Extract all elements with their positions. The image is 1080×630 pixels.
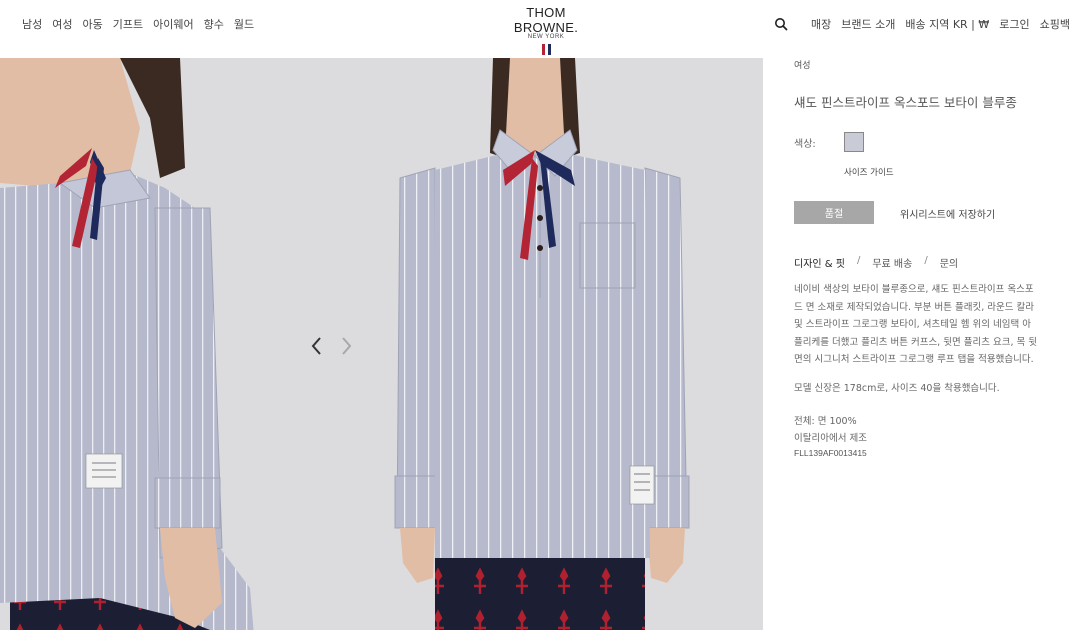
search-icon[interactable] bbox=[774, 17, 788, 31]
sold-out-button[interactable]: 품절 bbox=[794, 201, 874, 224]
nav-item-gifts[interactable]: 기프트 bbox=[113, 16, 143, 32]
product-title: 섀도 핀스트라이프 옥스포드 보타이 블루종 bbox=[794, 95, 1017, 110]
nav-item-men[interactable]: 남성 bbox=[22, 16, 42, 32]
nav-item-eyewear[interactable]: 아이웨어 bbox=[153, 16, 193, 32]
material-info: 전체: 면 100% bbox=[794, 416, 857, 427]
description-line: 드 면 소재로 제작되었습니다. 부분 버튼 플래킷, 라운드 칼라 bbox=[794, 301, 1034, 313]
nav-item-women[interactable]: 여성 bbox=[52, 16, 72, 32]
description-line: 플리케를 더했고 플리츠 버튼 커프스, 뒷면 플리츠 요크, 목 뒷 bbox=[794, 336, 1037, 348]
breadcrumb[interactable]: 여성 bbox=[794, 58, 811, 71]
info-tabs: 디자인 & 핏 / 무료 배송 / 문의 bbox=[794, 255, 958, 270]
size-guide-link[interactable]: 사이즈 가이드 bbox=[844, 166, 894, 178]
nav-item-fragrance[interactable]: 향수 bbox=[204, 16, 224, 32]
nav-item-world[interactable]: 월드 bbox=[234, 16, 254, 32]
color-label: 색상: bbox=[794, 139, 816, 150]
tab-free-shipping[interactable]: 무료 배송 bbox=[872, 255, 912, 270]
product-image-side bbox=[0, 58, 254, 630]
wishlist-link[interactable]: 위시리스트에 저장하기 bbox=[900, 206, 995, 221]
main-nav: 남성 여성 아동 기프트 아이웨어 향수 월드 bbox=[22, 16, 254, 32]
chevron-left-icon[interactable] bbox=[309, 334, 325, 358]
model-info: 모델 신장은 178cm로, 사이즈 40을 착용했습니다. bbox=[794, 383, 1000, 394]
nav-login[interactable]: 로그인 bbox=[999, 16, 1029, 32]
product-description: 네이비 색상의 보타이 블루종으로, 섀도 핀스트라이프 옥스포 드 면 소재로… bbox=[794, 281, 1064, 369]
nav-shipping-region[interactable]: 배송 지역 KR | ₩ bbox=[905, 16, 989, 32]
product-image-front bbox=[394, 58, 690, 630]
tab-design-fit[interactable]: 디자인 & 핏 bbox=[794, 255, 845, 270]
description-line: 네이비 색상의 보타이 블루종으로, 섀도 핀스트라이프 옥스포 bbox=[794, 284, 1034, 295]
tab-separator: / bbox=[924, 255, 928, 266]
utility-nav: 매장 브랜드 소개 배송 지역 KR | ₩ 로그인 쇼핑백 bbox=[774, 16, 1070, 32]
nav-item-kids[interactable]: 아동 bbox=[83, 16, 103, 32]
chevron-right-icon[interactable] bbox=[338, 334, 354, 358]
nav-brand-about[interactable]: 브랜드 소개 bbox=[841, 16, 895, 32]
product-gallery bbox=[0, 58, 763, 630]
description-line: 및 스트라이프 그로그랭 보타이, 셔츠테일 헴 위의 네임택 아 bbox=[794, 319, 1031, 330]
origin-info: 이탈리아에서 제조 bbox=[794, 433, 867, 444]
site-header: 남성 여성 아동 기프트 아이웨어 향수 월드 THOM BROWNE. NEW… bbox=[0, 0, 1080, 58]
nav-stores[interactable]: 매장 bbox=[811, 16, 831, 32]
logo-flag-icon bbox=[500, 44, 592, 55]
product-details-panel: 여성 섀도 핀스트라이프 옥스포드 보타이 블루종 색상: 사이즈 가이드 품절… bbox=[763, 58, 1080, 630]
tab-inquiry[interactable]: 문의 bbox=[940, 255, 958, 270]
logo-wordmark: THOM BROWNE. bbox=[513, 5, 579, 35]
description-line: 면의 시그니처 스트라이프 그로그랭 루프 탭을 적용했습니다. bbox=[794, 354, 1034, 365]
tab-separator: / bbox=[856, 255, 861, 266]
nav-shopping-bag[interactable]: 쇼핑백 bbox=[1040, 16, 1070, 32]
brand-logo[interactable]: THOM BROWNE. NEW YORK bbox=[500, 5, 592, 55]
product-sku: FLL139AF0013415 bbox=[794, 448, 867, 458]
color-swatch[interactable] bbox=[844, 132, 864, 152]
